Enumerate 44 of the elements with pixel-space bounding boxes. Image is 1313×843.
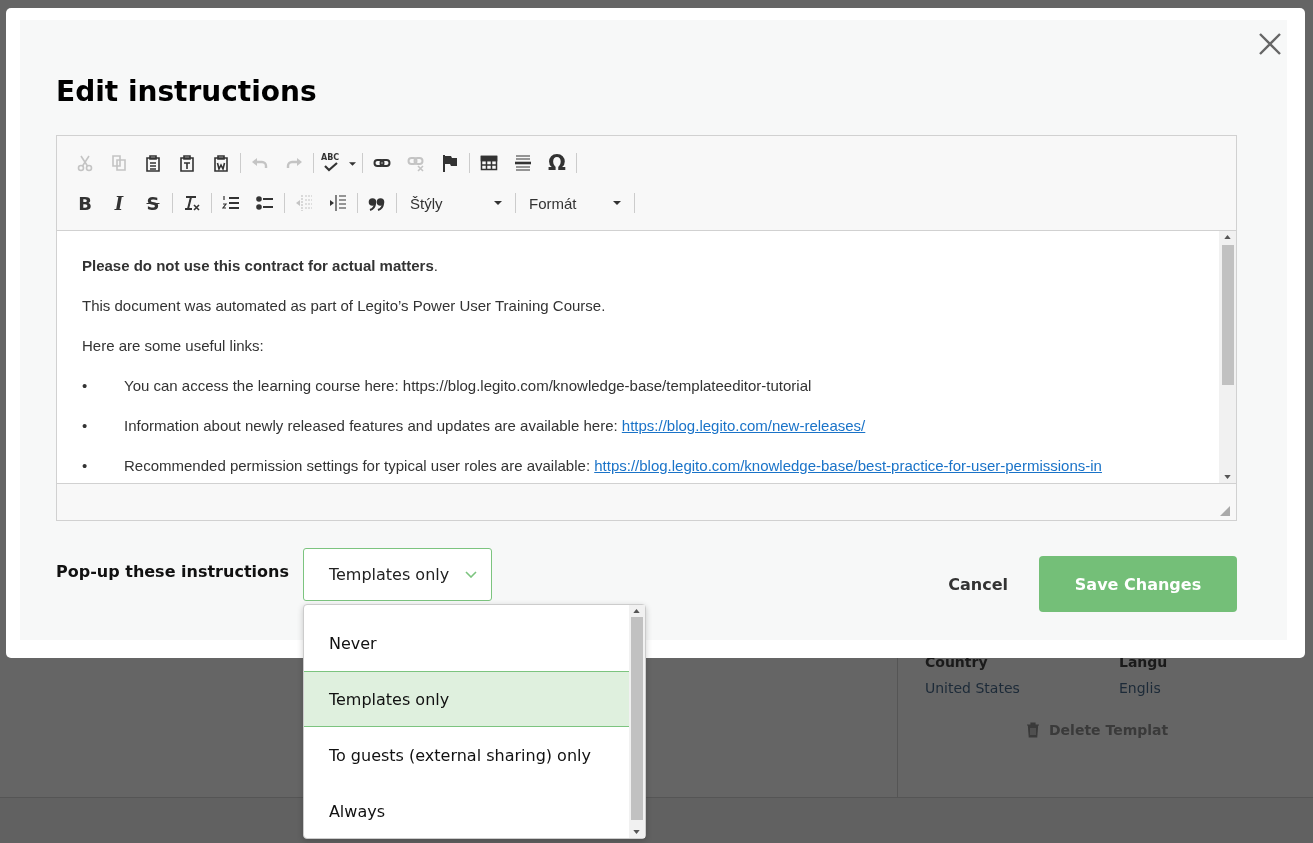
bullet-text: Information about newly released features and updates are available here: https://blog.legito.com/new-releases/	[124, 417, 866, 435]
detail-value: Englis	[1119, 680, 1162, 696]
strikethrough-button[interactable]: S	[139, 190, 167, 216]
bold-button[interactable]: B	[71, 190, 99, 216]
toolbar-dropdown[interactable]: Formát	[521, 190, 629, 216]
bullet-marker: •	[82, 417, 89, 435]
cancel-button[interactable]: Cancel	[917, 556, 1039, 612]
bullet-text: Recommended permission settings for typical user roles are available: https://blog.legito.com/knowledge-base/best-practice-for-user-permissions-in	[124, 457, 1102, 475]
scroll-down-icon[interactable]	[1224, 475, 1231, 479]
scroll-up-icon[interactable]	[1224, 235, 1231, 239]
scroll-down-icon[interactable]	[633, 830, 641, 834]
bullet-marker: •	[82, 377, 89, 395]
dropdown-option[interactable]: Always	[303, 783, 629, 839]
dropdown-option[interactable]: To guests (external sharing) only	[303, 727, 629, 783]
scrollbar[interactable]	[1219, 231, 1236, 483]
field-label: Pop-up these instructions	[56, 562, 289, 581]
close-icon[interactable]	[1259, 33, 1281, 55]
italic-button[interactable]: I	[105, 190, 133, 216]
link[interactable]: https://blog.legito.com/new-releases/	[621, 417, 866, 434]
caret-icon	[494, 201, 502, 205]
dialog-title: Edit instructions	[56, 75, 318, 109]
detail-label: Langu	[1119, 653, 1169, 672]
paragraph: Here are some useful links:	[82, 337, 265, 355]
scroll-up-icon[interactable]	[633, 609, 641, 613]
dropdown-option[interactable]: Never	[303, 615, 629, 671]
detail-value: United States	[925, 680, 1021, 696]
bullet-marker: •	[82, 457, 89, 475]
trash-icon	[1026, 722, 1040, 738]
check-icon	[324, 162, 338, 172]
paragraph: Please do not use this contract for actual matters.	[82, 257, 439, 275]
bullet-text: You can access the learning course here: https://blog.legito.com/knowledge-base/templateeditor-tutorial	[124, 377, 812, 395]
toolbar-dropdown[interactable]: Štýly	[402, 190, 510, 216]
paragraph: This document was automated as part of Legito’s Power User Training Course.	[82, 297, 607, 315]
caret-icon	[613, 201, 621, 205]
detail-label: Country	[925, 653, 989, 672]
resize-grip-icon[interactable]	[1220, 506, 1230, 516]
special-character-button[interactable]: Ω	[543, 150, 571, 176]
link[interactable]: https://blog.legito.com/knowledge-base/best-practice-for-user-permissions-in	[594, 457, 1102, 474]
chevron-down-icon	[464, 571, 477, 578]
dropdown-option[interactable]: Templates only	[303, 671, 629, 727]
caret-icon	[349, 162, 356, 166]
popup-select[interactable]: Templates only	[302, 548, 492, 601]
spellcheck-button[interactable]: ABC	[319, 150, 357, 176]
scrollbar[interactable]	[628, 605, 645, 838]
